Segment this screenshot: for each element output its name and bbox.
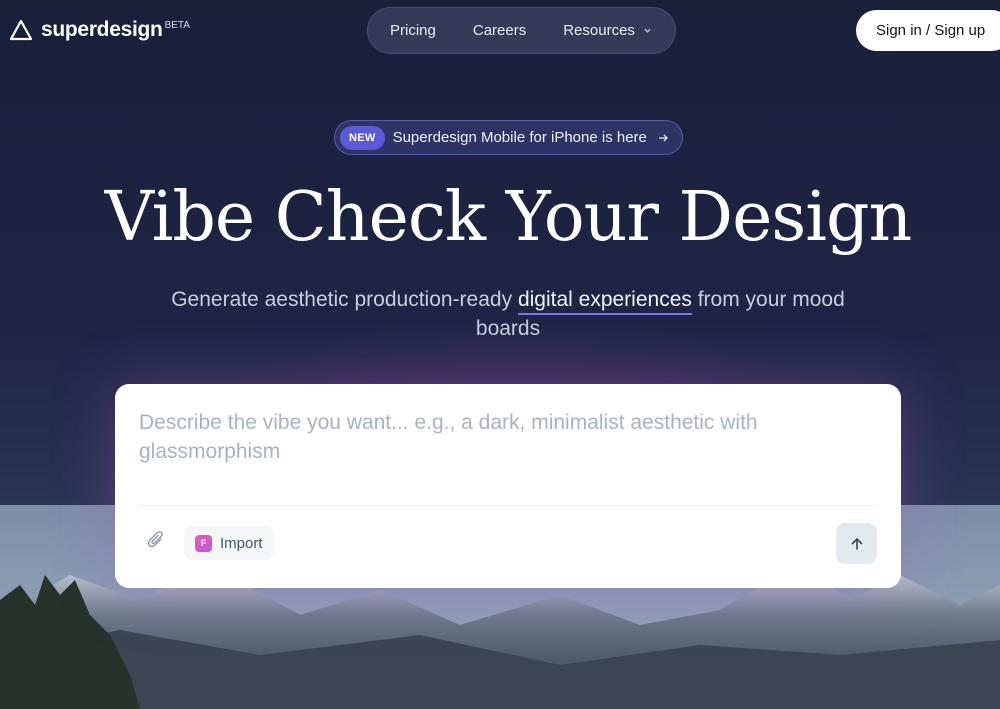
nav-careers-label: Careers <box>472 22 527 39</box>
brand-name: superdesign <box>41 18 163 41</box>
nav-pricing[interactable]: Pricing <box>390 22 436 39</box>
subtitle-highlight: digital experiences <box>517 288 692 315</box>
vibe-prompt-input[interactable] <box>139 408 839 488</box>
announcement-text: Superdesign Mobile for iPhone is here <box>392 129 647 146</box>
paperclip-icon[interactable] <box>147 530 165 550</box>
sign-in-button[interactable]: Sign in / Sign up <box>856 10 1000 51</box>
triangle-logo-icon <box>9 19 33 41</box>
nav-pricing-label: Pricing <box>390 22 436 39</box>
chevron-down-icon <box>644 28 651 33</box>
nav-resources-label: Resources <box>563 22 635 39</box>
main-nav: Pricing Careers Resources <box>367 7 676 54</box>
brand-logo[interactable]: superdesign BETA <box>9 18 190 42</box>
hero-subtitle: Generate aesthetic production-ready digi… <box>170 285 846 343</box>
beta-label: BETA <box>164 19 190 31</box>
nav-careers[interactable]: Careers <box>473 22 526 39</box>
import-button[interactable]: F Import <box>184 526 274 560</box>
hero-title: Vibe Check Your Design <box>104 178 913 257</box>
card-divider <box>139 505 877 506</box>
arrow-right-icon <box>658 134 668 141</box>
import-label: Import <box>220 534 263 552</box>
send-button[interactable] <box>836 523 877 564</box>
announcement-pill[interactable]: NEW Superdesign Mobile for iPhone is her… <box>334 120 683 155</box>
nav-resources[interactable]: Resources <box>563 22 652 39</box>
new-badge: NEW <box>340 125 385 150</box>
subtitle-text-start: Generate aesthetic production-ready <box>171 288 518 311</box>
arrow-up-icon <box>851 537 862 550</box>
figma-icon: F <box>195 534 212 552</box>
